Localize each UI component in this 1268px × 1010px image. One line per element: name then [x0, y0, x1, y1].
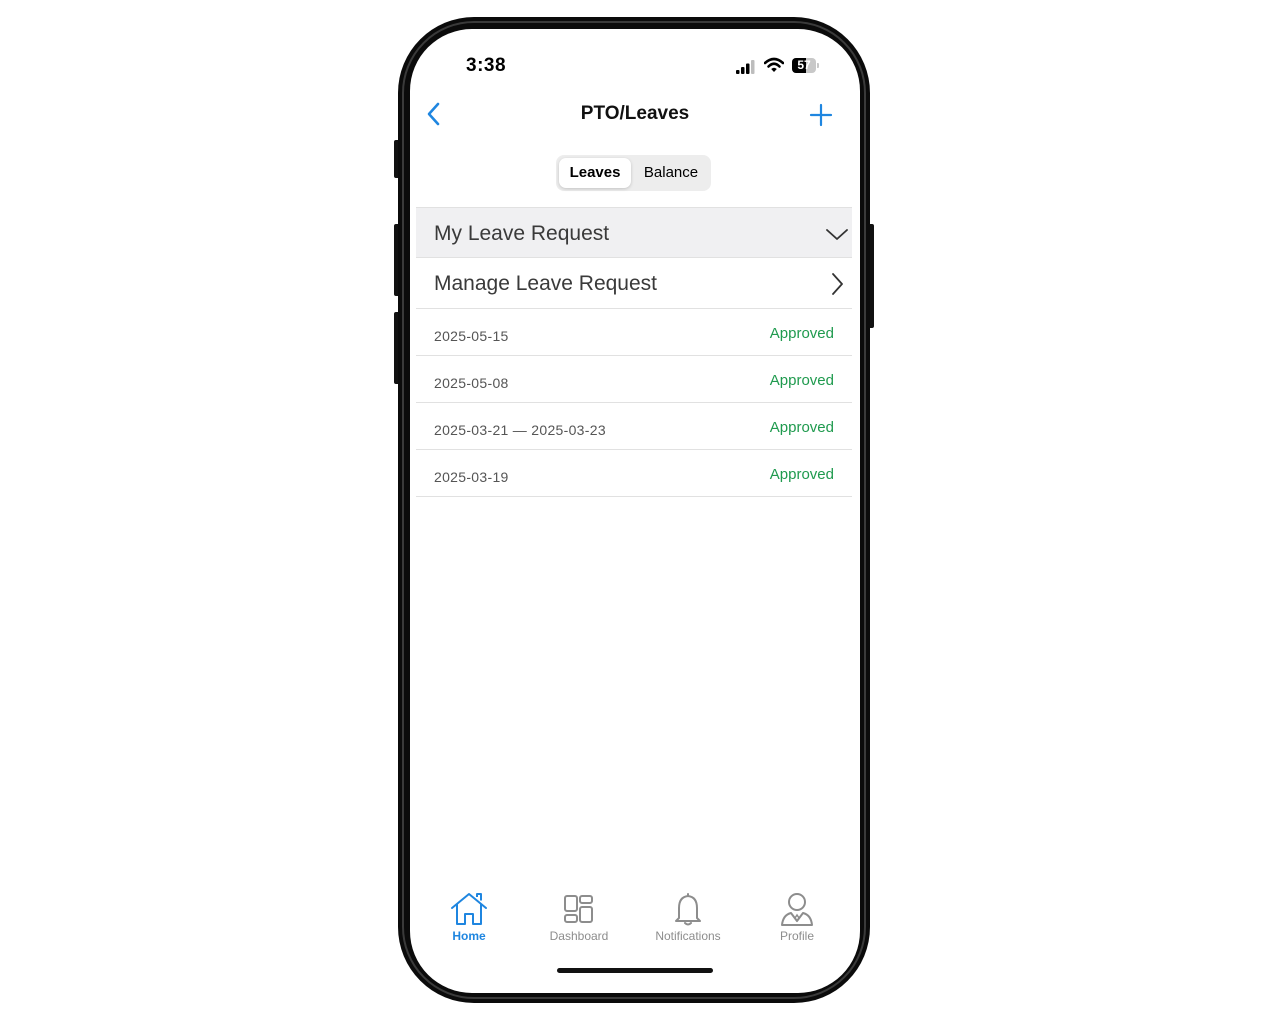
leave-date: 2025-05-15 — [434, 328, 509, 344]
leave-status: Approved — [769, 419, 834, 436]
segment-balance[interactable]: Balance — [635, 158, 707, 188]
my-leave-request-section[interactable]: My Leave Request — [416, 207, 852, 258]
leave-request-row[interactable]: 2025-05-15 Approved — [416, 309, 852, 356]
home-indicator — [557, 968, 713, 973]
leave-date: 2025-03-21 — 2025-03-23 — [434, 422, 606, 438]
tab-dashboard-label: Dashboard — [549, 929, 609, 943]
chevron-down-icon — [826, 229, 848, 240]
profile-icon — [781, 893, 813, 926]
leave-request-row[interactable]: 2025-05-08 Approved — [416, 356, 852, 403]
my-leave-request-label: My Leave Request — [434, 222, 610, 245]
tab-profile[interactable]: Profile — [747, 891, 847, 947]
status-time: 3:38 — [466, 55, 507, 76]
leave-request-row[interactable]: 2025-03-21 — 2025-03-23 Approved — [416, 403, 852, 450]
dashboard-icon — [564, 895, 593, 923]
add-leave-plus-icon[interactable] — [808, 103, 834, 127]
tab-notifications[interactable]: Notifications — [638, 891, 738, 947]
tab-home-label: Home — [452, 929, 486, 943]
battery-percent: 57 — [797, 58, 811, 72]
leave-status: Approved — [769, 325, 834, 342]
segment-leaves[interactable]: Leaves — [559, 158, 631, 188]
leave-status: Approved — [769, 372, 834, 389]
leaves-balance-segmented-control: Leaves Balance — [556, 155, 711, 191]
tab-profile-label: Profile — [779, 929, 814, 943]
tab-dashboard[interactable]: Dashboard — [529, 891, 629, 947]
home-icon — [451, 893, 487, 925]
leave-date: 2025-03-19 — [434, 469, 509, 485]
leave-request-row[interactable]: 2025-03-19 Approved — [416, 450, 852, 497]
cellular-signal-icon — [736, 60, 755, 74]
leave-status: Approved — [769, 466, 834, 483]
page-title: PTO/Leaves — [580, 103, 690, 124]
leave-date: 2025-05-08 — [434, 375, 509, 391]
chevron-right-icon — [832, 273, 843, 295]
phone-screen: 3:38 57 PTO/Leaves Leaves Balance My Lea… — [410, 29, 860, 993]
tab-home[interactable]: Home — [419, 891, 519, 947]
bell-icon — [675, 893, 701, 926]
manage-leave-request-label: Manage Leave Request — [434, 272, 657, 295]
wifi-icon — [764, 57, 784, 72]
manage-leave-request-section[interactable]: Manage Leave Request — [416, 258, 852, 309]
battery-icon: 57 — [792, 58, 820, 73]
tab-notifications-label: Notifications — [655, 929, 721, 943]
